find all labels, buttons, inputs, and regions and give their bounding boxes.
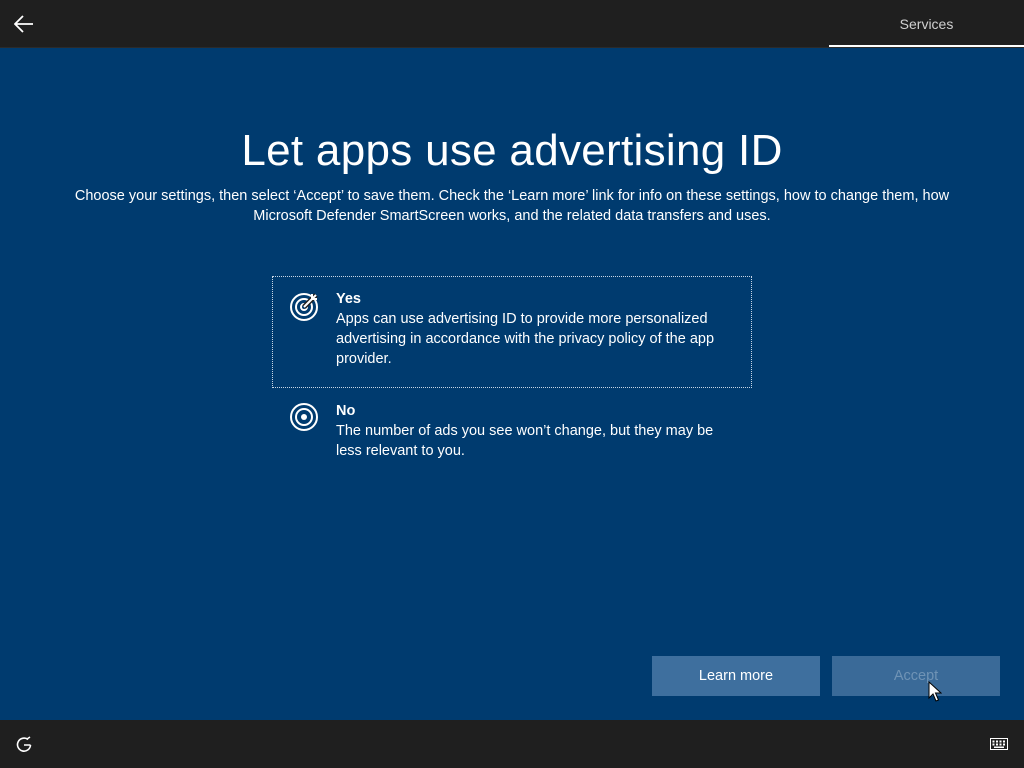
accept-button[interactable]: Accept [832, 656, 1000, 696]
option-no-description: The number of ads you see won’t change, … [336, 423, 714, 459]
learn-more-button[interactable]: Learn more [652, 656, 820, 696]
keyboard-icon[interactable] [990, 738, 1008, 750]
option-no[interactable]: No The number of ads you see won’t chang… [272, 393, 752, 471]
option-no-title: No [336, 403, 356, 419]
option-yes[interactable]: Yes Apps can use advertising ID to provi… [272, 276, 752, 388]
page-description: Choose your settings, then select ‘Accep… [74, 188, 950, 224]
bottom-bar [0, 720, 1024, 768]
arrow-left-icon [14, 15, 33, 33]
accessibility-icon[interactable] [14, 736, 34, 754]
page-title: Let apps use advertising ID [241, 126, 783, 175]
top-bar: Services [0, 0, 1024, 48]
back-button[interactable] [8, 8, 40, 40]
tab-services: Services [899, 16, 954, 32]
option-yes-description: Apps can use advertising ID to provide m… [336, 311, 715, 367]
option-yes-title: Yes [336, 291, 361, 307]
target-icon [290, 403, 318, 431]
target-with-arrow-icon [290, 293, 318, 321]
tab-underline [829, 45, 1024, 47]
mouse-pointer-icon [928, 681, 942, 702]
